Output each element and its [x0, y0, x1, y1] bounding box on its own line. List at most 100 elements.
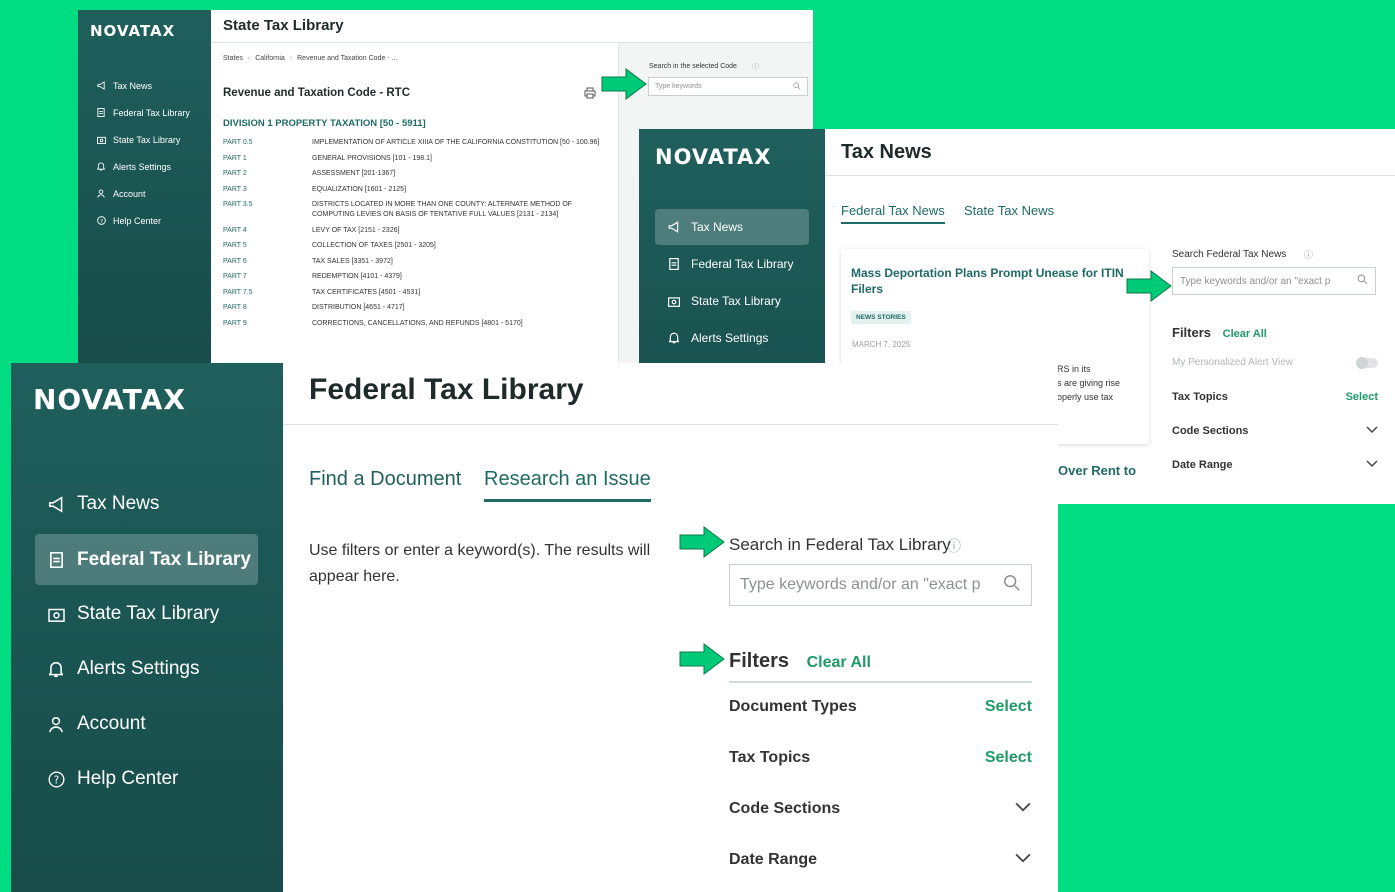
filter-tax-topics[interactable]: Tax Topics Select	[1172, 391, 1378, 403]
code-part-row[interactable]: PART 1 GENERAL PROVISIONS [101 - 198.1]	[223, 154, 608, 164]
breadcrumb-item[interactable]: California	[255, 55, 285, 62]
chevron-down-icon[interactable]	[1014, 800, 1032, 818]
breadcrumb: States › California › Revenue and Taxati…	[223, 55, 397, 62]
filter-label: Tax Topics	[1172, 391, 1228, 403]
sidebar-item-federal-tax-library[interactable]: Federal Tax Library	[88, 99, 206, 126]
code-part-row[interactable]: PART 0.5 IMPLEMENTATION OF ARTICLE XIIIA …	[223, 138, 608, 148]
search-icon	[1357, 274, 1368, 288]
arrow-right-icon	[1126, 270, 1172, 302]
tab-state-tax-news[interactable]: State Tax News	[964, 203, 1054, 218]
sidebar-item-help-center[interactable]: ? Help Center	[88, 207, 206, 234]
chevron-down-icon[interactable]	[1366, 459, 1378, 471]
parts-list: PART 0.5 IMPLEMENTATION OF ARTICLE XIIIA …	[223, 138, 608, 334]
code-part-row[interactable]: PART 6 TAX SALES [3351 - 3972]	[223, 257, 608, 267]
part-number[interactable]: PART 7.5	[223, 288, 312, 298]
sidebar-item-state-tax-library[interactable]: State Tax Library	[35, 589, 258, 639]
filters-heading: Filters Clear All	[729, 650, 871, 673]
filter-tax-topics[interactable]: Tax Topics Select	[729, 749, 1032, 767]
part-description: REDEMPTION [4101 - 4379]	[312, 273, 402, 280]
part-description: TAX SALES [3351 - 3972]	[312, 257, 393, 265]
breadcrumb-item[interactable]: States	[223, 55, 243, 62]
code-part-row[interactable]: PART 4 LEVY OF TAX [2151 - 2326]	[223, 226, 608, 236]
code-part-row[interactable]: PART 2 ASSESSMENT [201-1367]	[223, 169, 608, 179]
toggle-switch[interactable]	[1356, 356, 1378, 369]
filter-date-range[interactable]: Date Range	[1172, 459, 1378, 471]
search-input[interactable]: Type keywords and/or an "exact p	[1172, 267, 1376, 295]
part-number[interactable]: PART 0.5	[223, 138, 312, 148]
code-part-row[interactable]: PART 7 REDEMPTION [4101 - 4379]	[223, 272, 608, 282]
search-icon	[1003, 574, 1021, 597]
part-number[interactable]: PART 2	[223, 169, 312, 179]
chevron-down-icon[interactable]	[1014, 851, 1032, 869]
part-number[interactable]: PART 4	[223, 226, 312, 236]
part-number[interactable]: PART 1	[223, 154, 312, 164]
select-link[interactable]: Select	[1346, 391, 1378, 403]
folder-search-icon	[665, 296, 683, 307]
sidebar-item-alerts-settings[interactable]: Alerts Settings	[655, 320, 768, 356]
part-number[interactable]: PART 5	[223, 241, 312, 251]
sidebar-item-tax-news[interactable]: Tax News	[655, 209, 809, 245]
sidebar-item-account[interactable]: Account	[35, 699, 258, 749]
filter-label: Tax Topics	[729, 749, 811, 766]
select-link[interactable]: Select	[985, 749, 1032, 767]
search-input[interactable]: Type keywords	[648, 77, 808, 96]
chevron-down-icon[interactable]	[1366, 425, 1378, 437]
filters-label: Filters	[729, 650, 790, 672]
part-number[interactable]: PART 9	[223, 319, 312, 329]
filter-code-sections[interactable]: Code Sections	[1172, 425, 1378, 437]
bell-icon	[45, 661, 67, 678]
search-label: Search in Federal Tax Library	[729, 535, 951, 554]
sidebar-item-federal-tax-library[interactable]: Federal Tax Library	[655, 246, 794, 282]
document-icon	[665, 258, 683, 270]
part-number[interactable]: PART 6	[223, 257, 312, 267]
sidebar-item-account[interactable]: Account	[88, 180, 206, 207]
article-title[interactable]: Mass Deportation Plans Prompt Unease for…	[851, 265, 1136, 297]
sidebar-item-state-tax-library[interactable]: State Tax Library	[655, 283, 781, 319]
user-icon	[45, 716, 67, 733]
tab-research-an-issue[interactable]: Research an Issue	[484, 468, 651, 502]
print-icon[interactable]	[584, 86, 596, 104]
part-description: LEVY OF TAX [2151 - 2326]	[312, 226, 400, 234]
sidebar-item-alerts-settings[interactable]: Alerts Settings	[35, 644, 258, 694]
select-link[interactable]: Select	[985, 698, 1032, 716]
part-number[interactable]: PART 3.5	[223, 200, 312, 220]
part-description: COLLECTION OF TAXES [2501 - 3205]	[312, 242, 436, 249]
division-title[interactable]: DIVISION 1 PROPERTY TAXATION [50 - 5911]	[223, 118, 426, 129]
snippet-line: s are giving rise	[1057, 378, 1121, 388]
code-part-row[interactable]: PART 5 COLLECTION OF TAXES [2501 - 3205]	[223, 241, 608, 251]
sidebar-item-federal-tax-library[interactable]: Federal Tax Library	[35, 534, 258, 585]
arrow-right-icon	[679, 526, 725, 558]
clear-all-link[interactable]: Clear All	[807, 654, 871, 671]
filter-code-sections[interactable]: Code Sections	[729, 800, 1032, 818]
code-part-row[interactable]: PART 9 CORRECTIONS, CANCELLATIONS, AND RE…	[223, 319, 608, 329]
code-part-row[interactable]: PART 3 EQUALIZATION [1601 - 2125]	[223, 185, 608, 195]
sidebar-item-label: Account	[77, 713, 146, 734]
tab-federal-tax-news[interactable]: Federal Tax News	[841, 203, 945, 224]
filter-document-types[interactable]: Document Types Select	[729, 698, 1032, 716]
sidebar-item-alerts-settings[interactable]: Alerts Settings	[88, 153, 206, 180]
search-input[interactable]: Type keywords and/or an "exact p	[729, 564, 1032, 606]
filter-date-range[interactable]: Date Range	[729, 851, 1032, 869]
sidebar-item-tax-news[interactable]: Tax News	[88, 72, 206, 99]
part-description: EQUALIZATION [1601 - 2125]	[312, 185, 407, 193]
tab-find-a-document[interactable]: Find a Document	[309, 468, 461, 491]
sidebar: NOVATAX Tax News Federal Tax Library Sta…	[11, 363, 283, 892]
part-number[interactable]: PART 3	[223, 185, 312, 195]
folder-search-icon	[94, 136, 108, 144]
arrow-right-icon	[679, 643, 725, 675]
sidebar-item-tax-news[interactable]: Tax News	[35, 479, 258, 529]
article-title[interactable]: Over Rent to	[1058, 463, 1136, 478]
code-part-row[interactable]: PART 3.5 DISTRICTS LOCATED IN MORE THAN O…	[223, 200, 608, 220]
article-date: MARCH 7, 2025	[852, 340, 911, 349]
help-icon: ?	[94, 216, 108, 225]
code-part-row[interactable]: PART 7.5 TAX CERTIFICATES [4501 - 4531]	[223, 288, 608, 298]
part-number[interactable]: PART 8	[223, 303, 312, 313]
part-number[interactable]: PART 7	[223, 272, 312, 282]
code-part-row[interactable]: PART 8 DISTRIBUTION [4651 - 4717]	[223, 303, 608, 313]
user-icon	[94, 189, 108, 198]
clear-all-link[interactable]: Clear All	[1223, 328, 1267, 340]
sidebar-item-help-center[interactable]: ? Help Center	[35, 754, 258, 804]
chevron-right-icon: ›	[247, 55, 251, 62]
breadcrumb-item[interactable]: Revenue and Taxation Code - ...	[297, 55, 397, 62]
sidebar-item-state-tax-library[interactable]: State Tax Library	[88, 126, 206, 153]
